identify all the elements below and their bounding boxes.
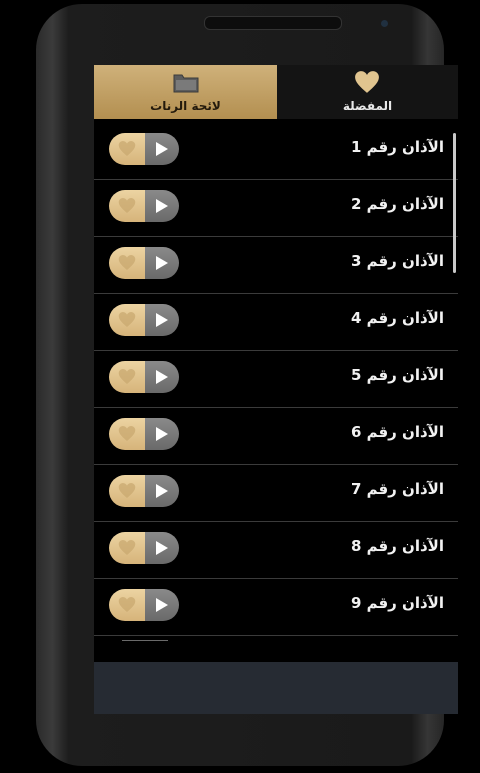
heart-icon [118, 540, 136, 555]
favorite-button[interactable] [109, 475, 145, 507]
favorite-button[interactable] [109, 418, 145, 450]
heart-icon [118, 141, 136, 156]
play-icon [156, 427, 168, 441]
item-label: الآذان رقم 1 [350, 138, 444, 156]
favorite-button[interactable] [109, 361, 145, 393]
favorite-button[interactable] [109, 190, 145, 222]
bottom-banner-area [94, 662, 458, 714]
item-controls [109, 589, 179, 621]
list-item[interactable]: الآذان رقم 1 [94, 123, 458, 180]
play-icon [156, 598, 168, 612]
play-button[interactable] [145, 418, 179, 450]
play-icon [156, 370, 168, 384]
list-item[interactable]: الآذان رقم 6 [94, 408, 458, 465]
heart-icon [118, 198, 136, 213]
item-label: الآذان رقم 9 [350, 594, 444, 612]
front-camera [381, 20, 388, 27]
play-button[interactable] [145, 190, 179, 222]
list-item[interactable]: الآذان رقم 2 [94, 180, 458, 237]
item-controls [109, 190, 179, 222]
favorite-button[interactable] [109, 304, 145, 336]
heart-icon [118, 597, 136, 612]
item-controls [109, 418, 179, 450]
item-label: الآذان رقم 2 [350, 195, 444, 213]
app-screen: لائحة الرنات المفضلة الآذان رقم 1 الآذان… [94, 65, 458, 714]
tab-favorites[interactable]: المفضلة [277, 65, 458, 119]
play-button[interactable] [145, 247, 179, 279]
play-button[interactable] [145, 475, 179, 507]
tab-favorites-label: المفضلة [342, 99, 393, 113]
scrollbar-thumb[interactable] [453, 133, 456, 273]
item-label: الآذان رقم 5 [350, 366, 444, 384]
play-button[interactable] [145, 133, 179, 165]
item-controls [109, 133, 179, 165]
tab-bar: لائحة الرنات المفضلة [94, 65, 458, 119]
item-controls [109, 475, 179, 507]
item-label: الآذان رقم 6 [350, 423, 444, 441]
play-button[interactable] [145, 304, 179, 336]
favorite-button[interactable] [109, 247, 145, 279]
item-label: الآذان رقم 4 [350, 309, 444, 327]
play-icon [156, 199, 168, 213]
play-icon [156, 142, 168, 156]
favorite-button[interactable] [109, 532, 145, 564]
list-item[interactable]: الآذان رقم 9 [94, 579, 458, 636]
play-button[interactable] [145, 532, 179, 564]
play-button[interactable] [145, 589, 179, 621]
list-item[interactable]: الآذان رقم 8 [94, 522, 458, 579]
heart-icon [118, 312, 136, 327]
ringtone-list: الآذان رقم 1 الآذان رقم 2 الآذان رقم 3 ا… [94, 123, 458, 636]
heart-icon [118, 483, 136, 498]
list-item[interactable]: الآذان رقم 7 [94, 465, 458, 522]
item-controls [109, 361, 179, 393]
play-icon [156, 484, 168, 498]
favorite-button[interactable] [109, 589, 145, 621]
list-item[interactable]: الآذان رقم 5 [94, 351, 458, 408]
heart-icon [118, 255, 136, 270]
play-icon [156, 256, 168, 270]
heart-icon [118, 369, 136, 384]
item-label: الآذان رقم 3 [350, 252, 444, 270]
speaker-grille [204, 16, 342, 30]
heart-icon [355, 71, 379, 93]
folder-icon [173, 74, 199, 93]
list-item[interactable]: الآذان رقم 4 [94, 294, 458, 351]
item-controls [109, 247, 179, 279]
play-button[interactable] [145, 361, 179, 393]
heart-icon [118, 426, 136, 441]
tab-ringtone-list-label: لائحة الرنات [150, 99, 221, 113]
play-icon [156, 313, 168, 327]
item-label: الآذان رقم 8 [350, 537, 444, 555]
list-item[interactable]: الآذان رقم 3 [94, 237, 458, 294]
item-label: الآذان رقم 7 [350, 480, 444, 498]
tab-ringtone-list[interactable]: لائحة الرنات [94, 65, 277, 119]
item-controls [109, 304, 179, 336]
play-icon [156, 541, 168, 555]
item-controls [109, 532, 179, 564]
phone-frame: لائحة الرنات المفضلة الآذان رقم 1 الآذان… [36, 4, 458, 766]
favorite-button[interactable] [109, 133, 145, 165]
list-divider-partial [122, 640, 168, 641]
